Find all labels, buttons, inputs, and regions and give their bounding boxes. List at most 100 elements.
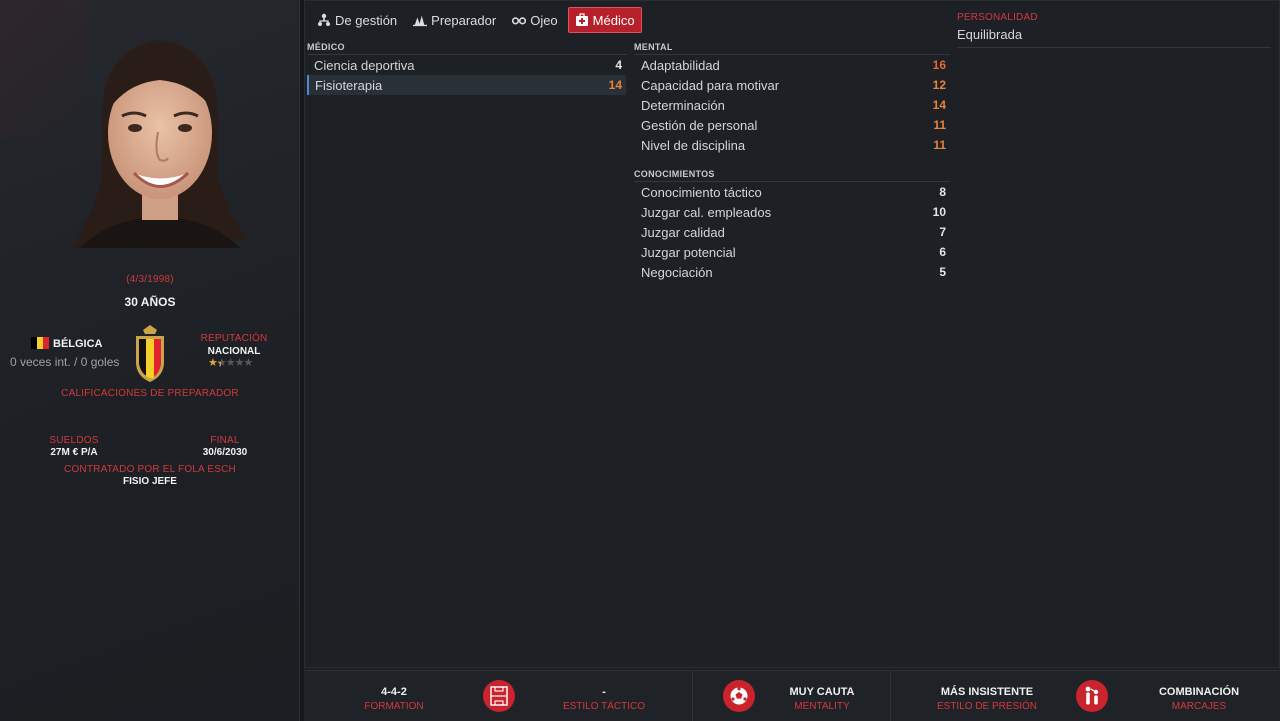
- tactical-style-label: ESTILO TÁCTICO: [562, 701, 646, 712]
- marking-item[interactable]: COMBINACIÓN MARCAJES: [1144, 686, 1254, 712]
- coach-ratings-link[interactable]: CALIFICACIONES DE PREPARADOR: [0, 388, 300, 399]
- attribute-label: Juzgar calidad: [641, 224, 725, 240]
- star-empty-icon: ★★★: [225, 357, 254, 369]
- pitch-icon[interactable]: [483, 680, 515, 712]
- reputation-stars: ★★★★★★: [208, 356, 254, 370]
- attributes-panel: De gestión Preparador Ojeo Médico MÉDICO…: [304, 0, 1280, 668]
- attribute-value: 5: [939, 265, 946, 279]
- tab-label: Médico: [592, 12, 635, 28]
- attribute-label: Capacidad para motivar: [641, 77, 780, 93]
- attribute-label: Conocimiento táctico: [641, 184, 762, 200]
- attribute-value: 14: [608, 78, 622, 92]
- mentality-item[interactable]: MUY CAUTA MENTALITY: [772, 686, 872, 712]
- tab-label: De gestión: [335, 12, 398, 28]
- attribute-label: Determinación: [641, 97, 725, 113]
- tab-de-gestion[interactable]: De gestión: [311, 7, 403, 33]
- attribute-label: Ciencia deportiva: [314, 57, 415, 73]
- attribute-value: 11: [933, 138, 946, 152]
- marking-value: COMBINACIÓN: [1158, 686, 1240, 698]
- formation-item[interactable]: 4-4-2 FORMATION: [344, 686, 444, 712]
- cones-icon: [413, 15, 428, 27]
- personality-value: Equilibrada: [957, 27, 1023, 42]
- attribute-row[interactable]: Juzgar potencial 6: [634, 242, 950, 262]
- attribute-row[interactable]: Capacidad para motivar 12: [634, 75, 950, 95]
- medico-attributes: Ciencia deportiva 4 Fisioterapia 14: [307, 55, 626, 95]
- section-conocimientos-title: CONOCIMIENTOS: [634, 169, 950, 182]
- attribute-row[interactable]: Nivel de disciplina 11: [634, 135, 950, 155]
- attribute-row[interactable]: Adaptabilidad 16: [634, 55, 950, 75]
- tactical-style-item[interactable]: - ESTILO TÁCTICO: [554, 686, 654, 712]
- attribute-row[interactable]: Ciencia deportiva 4: [307, 55, 626, 75]
- attribute-label: Fisioterapia: [315, 77, 383, 93]
- attribute-row[interactable]: Gestión de personal 11: [634, 115, 950, 135]
- contract-end-value: 30/6/2030: [202, 447, 248, 458]
- mentality-label: MENTALITY: [794, 701, 850, 712]
- tactics-bar: 4-4-2 FORMATION - ESTILO TÁCTICO MUY CAU…: [304, 670, 1280, 721]
- bar-separator: [692, 671, 693, 721]
- attribute-row[interactable]: Conocimiento táctico 8: [634, 182, 950, 202]
- wage-label: SUELDOS: [49, 435, 99, 446]
- attribute-value: 4: [615, 58, 622, 72]
- pressing-style-item[interactable]: MÁS INSISTENTE ESTILO DE PRESIÓN: [922, 686, 1052, 712]
- attribute-value: 8: [939, 185, 946, 199]
- nation-name[interactable]: BÉLGICA: [53, 338, 103, 350]
- attribute-tabs: De gestión Preparador Ojeo Médico: [311, 7, 642, 33]
- attribute-row-selected[interactable]: Fisioterapia 14: [307, 75, 626, 95]
- belgium-flag-icon: [31, 337, 49, 349]
- attribute-value: 12: [932, 78, 946, 92]
- attribute-label: Adaptabilidad: [641, 57, 720, 73]
- attribute-row[interactable]: Juzgar cal. empleados 10: [634, 202, 950, 222]
- attribute-row[interactable]: Juzgar calidad 7: [634, 222, 950, 242]
- medical-kit-icon: [575, 13, 588, 26]
- attribute-value: 6: [939, 245, 946, 259]
- tactical-style-value: -: [602, 686, 606, 698]
- attribute-label: Nivel de disciplina: [641, 137, 746, 153]
- attribute-label: Gestión de personal: [641, 117, 758, 133]
- binoculars-icon: [512, 17, 527, 25]
- attribute-label: Juzgar potencial: [641, 244, 736, 260]
- marking-label: MARCAJES: [1171, 701, 1227, 712]
- pressing-players-icon[interactable]: [1076, 680, 1108, 712]
- mentality-value: MUY CAUTA: [789, 686, 855, 698]
- pressing-style-value: MÁS INSISTENTE: [940, 686, 1034, 698]
- attribute-value: 14: [932, 98, 946, 112]
- mental-attributes: Adaptabilidad 16 Capacidad para motivar 12…: [634, 55, 950, 155]
- attribute-value: 7: [939, 225, 946, 239]
- conocimientos-attributes: Conocimiento táctico 8 Juzgar cal. emplea…: [634, 182, 950, 282]
- star-half-icon: ★★: [216, 357, 227, 370]
- staff-role: FISIO JEFE: [123, 476, 177, 487]
- wage-value: 27M € P/A: [50, 447, 98, 458]
- section-mental-title: MENTAL: [634, 42, 950, 55]
- contracted-by[interactable]: CONTRATADO POR EL FOLA ESCH: [0, 464, 300, 475]
- belgium-crest-icon[interactable]: [133, 324, 167, 384]
- age: 30 AÑOS: [124, 295, 176, 309]
- pressing-style-label: ESTILO DE PRESIÓN: [936, 701, 1038, 712]
- bar-separator: [890, 671, 891, 721]
- attribute-value: 11: [933, 118, 946, 132]
- staff-portrait: [72, 40, 248, 248]
- attribute-label: Negociación: [641, 264, 713, 280]
- contract-end-label: FINAL: [210, 435, 240, 446]
- attribute-value: 16: [932, 58, 946, 72]
- football-icon[interactable]: [723, 680, 755, 712]
- tab-ojeo[interactable]: Ojeo: [506, 7, 563, 33]
- attribute-row[interactable]: Determinación 14: [634, 95, 950, 115]
- section-medico-title: MÉDICO: [307, 42, 627, 55]
- international-caps: 0 veces int. / 0 goles: [10, 355, 120, 369]
- attribute-row[interactable]: Negociación 5: [634, 262, 950, 282]
- tab-label: Ojeo: [530, 12, 558, 28]
- person-tree-icon: [318, 13, 330, 26]
- personality-label: PERSONALIDAD: [957, 12, 1038, 23]
- attribute-label: Juzgar cal. empleados: [641, 204, 772, 220]
- birth-date: (4/3/1998): [126, 274, 174, 285]
- personality-divider: [957, 47, 1271, 48]
- formation-label: FORMATION: [364, 701, 424, 712]
- staff-profile-panel: (4/3/1998) 30 AÑOS BÉLGICA 0 veces int. …: [0, 0, 300, 721]
- tab-medico[interactable]: Médico: [567, 7, 642, 33]
- tab-label: Preparador: [431, 12, 497, 28]
- star-full-icon: ★: [208, 357, 218, 369]
- attribute-value: 10: [932, 205, 946, 219]
- reputation-label: REPUTACIÓN: [200, 333, 268, 344]
- tab-preparador[interactable]: Preparador: [407, 7, 502, 33]
- formation-value: 4-4-2: [381, 686, 407, 698]
